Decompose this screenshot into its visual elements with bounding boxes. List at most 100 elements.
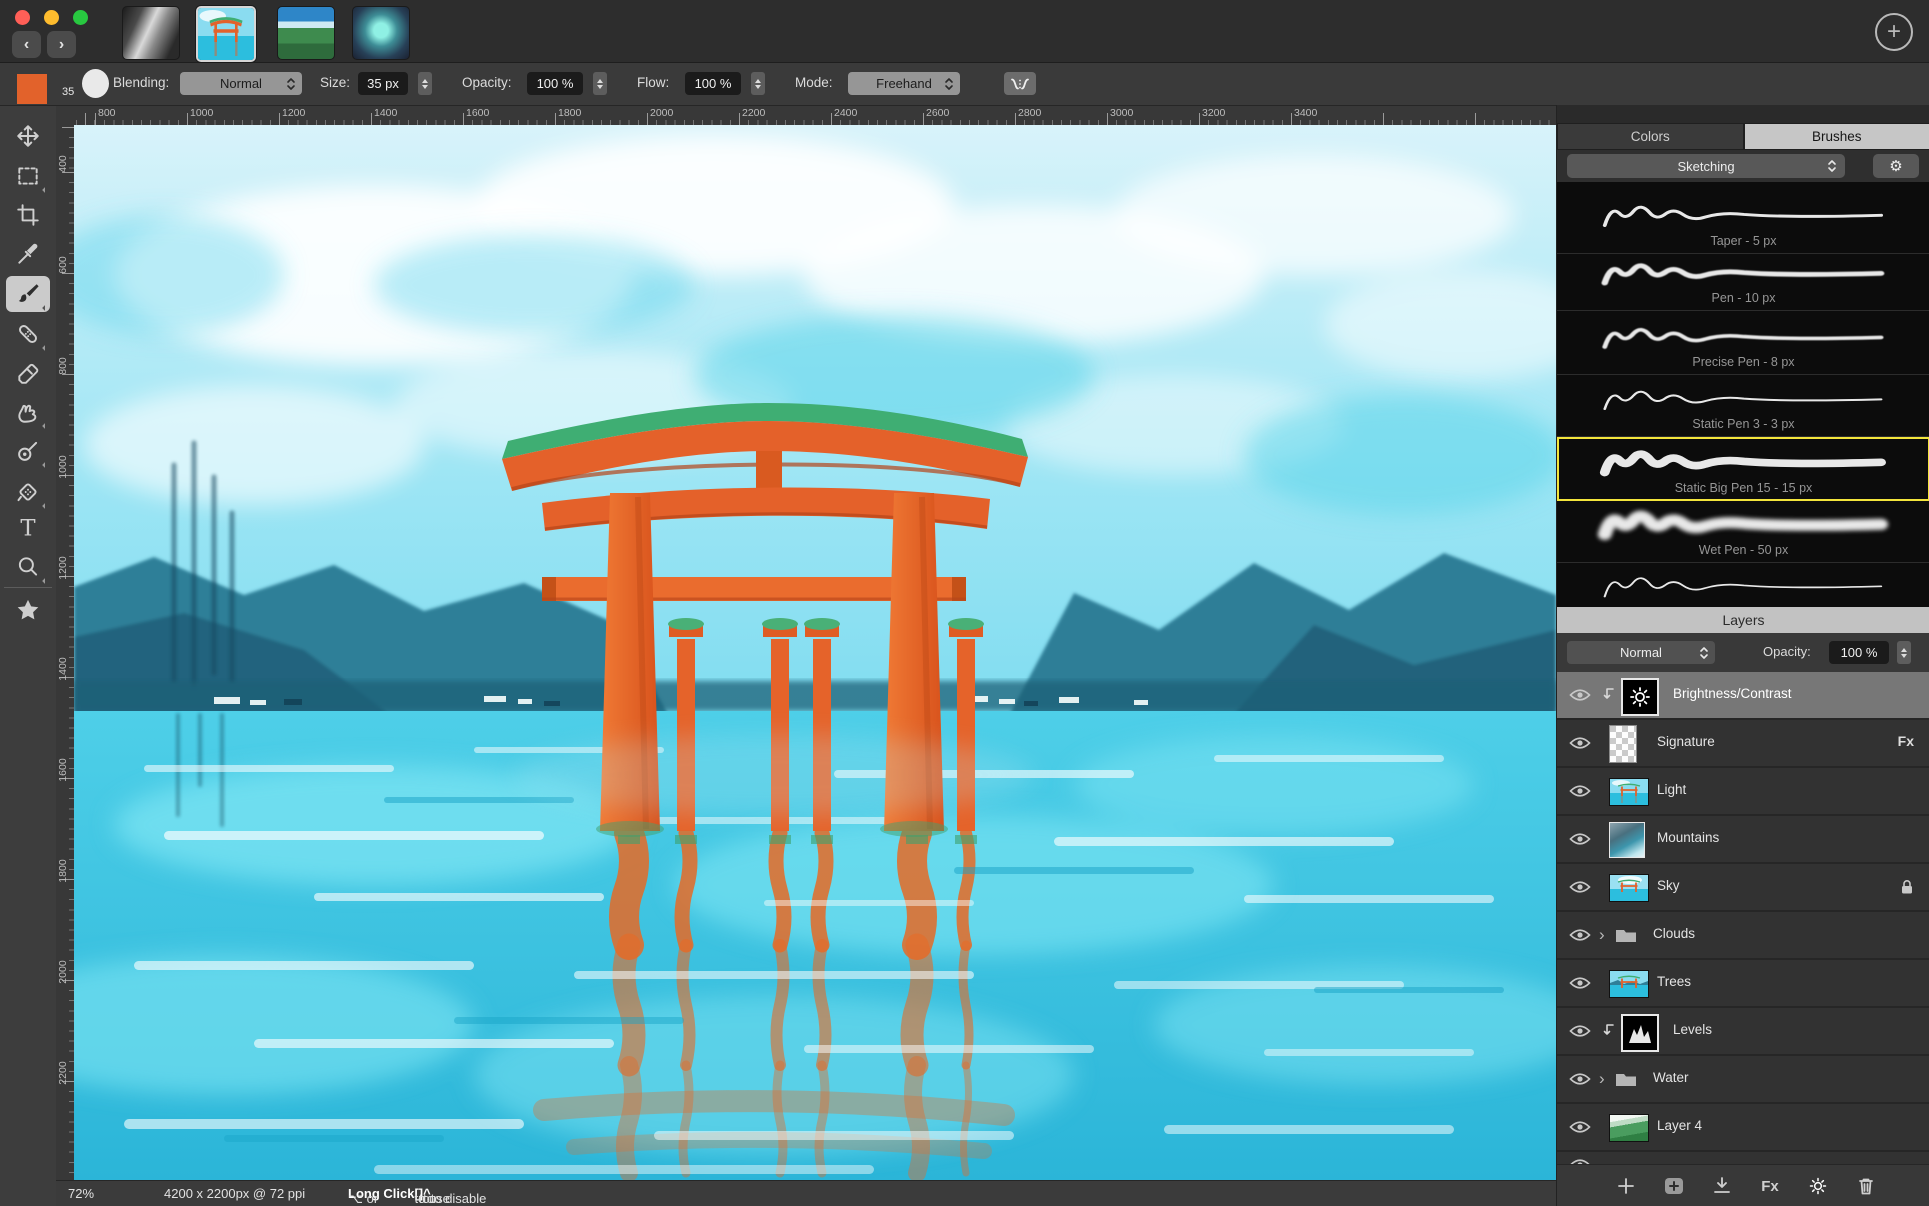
brush-item[interactable]: Wet Pen - 50 px (1557, 501, 1929, 563)
merge-down-button[interactable] (1705, 1174, 1739, 1198)
folder-icon[interactable] (1615, 927, 1637, 943)
blending-dropdown[interactable]: Normal (180, 72, 302, 95)
brush-item[interactable]: Taper - 5 px (1557, 182, 1929, 254)
canvas-painting[interactable] (74, 125, 1556, 1180)
visibility-eye-icon[interactable] (1569, 832, 1591, 846)
flood-fill-tool[interactable] (6, 474, 50, 510)
image-layer-thumbnail[interactable] (1609, 1114, 1649, 1142)
image-layer-thumbnail[interactable] (1609, 970, 1649, 998)
delete-layer-button[interactable] (1849, 1174, 1883, 1198)
paint-brush-tool[interactable] (6, 276, 50, 312)
visibility-eye-icon[interactable] (1569, 688, 1591, 702)
group-expand-chevron[interactable]: › (1599, 925, 1605, 945)
layer-row-partial[interactable] (1557, 1152, 1929, 1164)
ruler-corner (56, 106, 75, 126)
add-pixel-layer-button[interactable] (1657, 1174, 1691, 1198)
opacity-stepper[interactable] (593, 72, 607, 95)
brush-item[interactable]: Precise Pen - 8 px (1557, 311, 1929, 375)
visibility-eye-icon[interactable] (1569, 928, 1591, 942)
new-document-button[interactable]: + (1875, 13, 1913, 51)
opacity-input[interactable]: 100 % (527, 72, 583, 95)
visibility-eye-icon[interactable] (1569, 784, 1591, 798)
history-back-button[interactable]: ‹ (12, 31, 41, 58)
visibility-eye-icon[interactable] (1569, 1072, 1591, 1086)
flood-fill-icon (15, 479, 41, 505)
minimize-window-button[interactable] (44, 10, 59, 25)
brush-item[interactable]: Pen - 10 px (1557, 254, 1929, 311)
group-expand-chevron[interactable]: › (1599, 1069, 1605, 1089)
brush-item[interactable]: Static Pen 3 - 3 px (1557, 375, 1929, 437)
layer-row-light[interactable]: Light (1557, 768, 1929, 816)
lock-icon[interactable] (1900, 879, 1914, 895)
visibility-eye-icon[interactable] (1569, 880, 1591, 894)
layer-blend-mode-dropdown[interactable]: Normal (1567, 641, 1715, 664)
layer-row-trees[interactable]: Trees (1557, 960, 1929, 1008)
document-tab-torii-painting[interactable] (196, 6, 256, 62)
eraser-tool[interactable] (6, 354, 50, 390)
healing-brush-tool[interactable] (6, 316, 50, 352)
adjustment-sun-thumbnail[interactable] (1621, 678, 1659, 716)
layer-row-brightness-contrast[interactable]: Brightness/Contrast (1557, 672, 1929, 720)
brush-item[interactable] (1557, 563, 1929, 607)
image-layer-thumbnail[interactable] (1609, 822, 1645, 858)
tab-colors[interactable]: Colors (1557, 123, 1744, 150)
visibility-eye-icon[interactable] (1569, 976, 1591, 990)
brush-category-dropdown[interactable]: Sketching (1567, 154, 1845, 178)
brush-settings-button[interactable]: ⚙ (1873, 154, 1919, 178)
text-tool[interactable]: T (6, 510, 50, 546)
tab-brushes[interactable]: Brushes (1744, 123, 1929, 150)
document-tab-grayscale-figure[interactable] (122, 6, 180, 60)
size-stepper[interactable] (418, 72, 432, 95)
torii-mini-thumbnail (1610, 971, 1648, 997)
layer-effects-button[interactable]: Fx (1753, 1174, 1787, 1198)
mode-label: Mode: (795, 75, 833, 90)
brush-item-selected[interactable]: Static Big Pen 15 - 15 px (1557, 437, 1929, 500)
layer-row-signature[interactable]: Signature Fx (1557, 720, 1929, 768)
crop-tool[interactable] (6, 197, 50, 233)
zoom-window-button[interactable] (73, 10, 88, 25)
layer-row-sky[interactable]: Sky (1557, 864, 1929, 912)
layer-row-layer4[interactable]: Layer 4 (1557, 1104, 1929, 1152)
stabilizer-button[interactable] (1004, 72, 1036, 95)
layer-row-levels[interactable]: Levels (1557, 1008, 1929, 1056)
horizontal-ruler[interactable]: 800 1000 1200 1400 1600 1800 2000 2200 2… (74, 106, 1556, 126)
flow-stepper[interactable] (751, 72, 765, 95)
favorites-star[interactable] (6, 592, 50, 628)
layer-opacity-stepper[interactable] (1897, 641, 1911, 664)
zoom-tool[interactable] (6, 549, 50, 585)
visibility-eye-icon[interactable] (1569, 1024, 1591, 1038)
fx-icon: Fx (1761, 1178, 1779, 1195)
layers-list: Brightness/Contrast Signature Fx (1557, 672, 1929, 1164)
layer-row-water-group[interactable]: › Water (1557, 1056, 1929, 1104)
move-tool[interactable] (6, 118, 50, 154)
dodge-burn-tool[interactable] (6, 433, 50, 469)
layer-row-mountains[interactable]: Mountains (1557, 816, 1929, 864)
mode-dropdown[interactable]: Freehand (848, 72, 960, 95)
history-forward-button[interactable]: › (47, 31, 76, 58)
smudge-tool[interactable] (6, 394, 50, 430)
brush-tip-preview[interactable] (82, 69, 109, 98)
layer-row-clouds-group[interactable]: › Clouds (1557, 912, 1929, 960)
close-window-button[interactable] (15, 10, 30, 25)
image-layer-thumbnail[interactable] (1609, 874, 1649, 902)
size-input[interactable]: 35 px (358, 72, 408, 95)
color-picker-tool[interactable] (6, 236, 50, 272)
active-color-swatch[interactable] (17, 74, 47, 104)
adjustment-button[interactable] (1801, 1174, 1835, 1198)
hint-text: ⌥ or Long Click to use Eyedropper. [ to … (348, 1186, 431, 1201)
visibility-eye-icon[interactable] (1569, 1120, 1591, 1134)
layer-opacity-input[interactable]: 100 % (1829, 641, 1889, 664)
fx-badge[interactable]: Fx (1898, 733, 1914, 749)
visibility-eye-icon[interactable] (1569, 736, 1591, 750)
flow-input[interactable]: 100 % (685, 72, 741, 95)
vertical-ruler[interactable]: 400 600 800 1000 1200 1400 1600 1800 200… (56, 125, 75, 1180)
levels-histogram-thumbnail[interactable] (1621, 1014, 1659, 1052)
marquee-select-tool[interactable] (6, 158, 50, 194)
document-tab-coastal-landscape[interactable] (277, 6, 335, 60)
add-layer-button[interactable] (1609, 1174, 1643, 1198)
image-layer-thumbnail[interactable] (1609, 778, 1649, 806)
document-tab-waterfall-cave[interactable] (352, 6, 410, 60)
transparent-layer-thumbnail[interactable] (1609, 725, 1637, 763)
flyout-indicator (42, 578, 48, 584)
folder-icon[interactable] (1615, 1071, 1637, 1087)
